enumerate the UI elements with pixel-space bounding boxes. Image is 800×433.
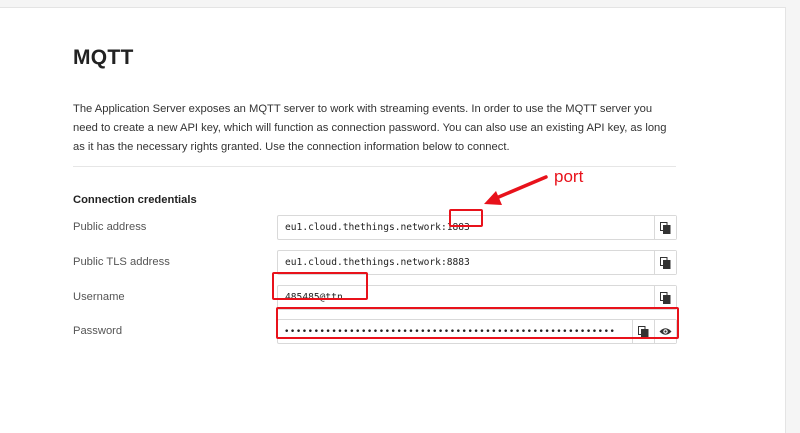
annotation-arrow-icon xyxy=(484,175,548,205)
copy-icon xyxy=(660,291,671,304)
copy-public-tls-address-button[interactable] xyxy=(654,251,676,274)
port-annotation-label: port xyxy=(554,167,584,186)
username-label: Username xyxy=(73,291,125,303)
connection-credentials-heading: Connection credentials xyxy=(73,194,197,206)
copy-public-address-button[interactable] xyxy=(654,216,676,239)
page-title: MQTT xyxy=(73,46,134,69)
copy-icon xyxy=(660,221,671,234)
mqtt-description: The Application Server exposes an MQTT s… xyxy=(73,103,667,153)
copy-username-button[interactable] xyxy=(654,286,676,309)
password-highlight-box xyxy=(276,307,679,339)
port-highlight-box xyxy=(449,209,483,227)
mqtt-card: MQTT The Application Server exposes an M… xyxy=(0,7,786,433)
public-tls-address-label: Public TLS address xyxy=(73,256,170,268)
public-tls-address-value[interactable]: eu1.cloud.thethings.network:8883 xyxy=(278,257,654,268)
username-highlight-box xyxy=(272,272,368,300)
copy-icon xyxy=(660,256,671,269)
password-label: Password xyxy=(73,325,123,337)
public-address-label: Public address xyxy=(73,221,147,233)
divider xyxy=(73,166,676,167)
